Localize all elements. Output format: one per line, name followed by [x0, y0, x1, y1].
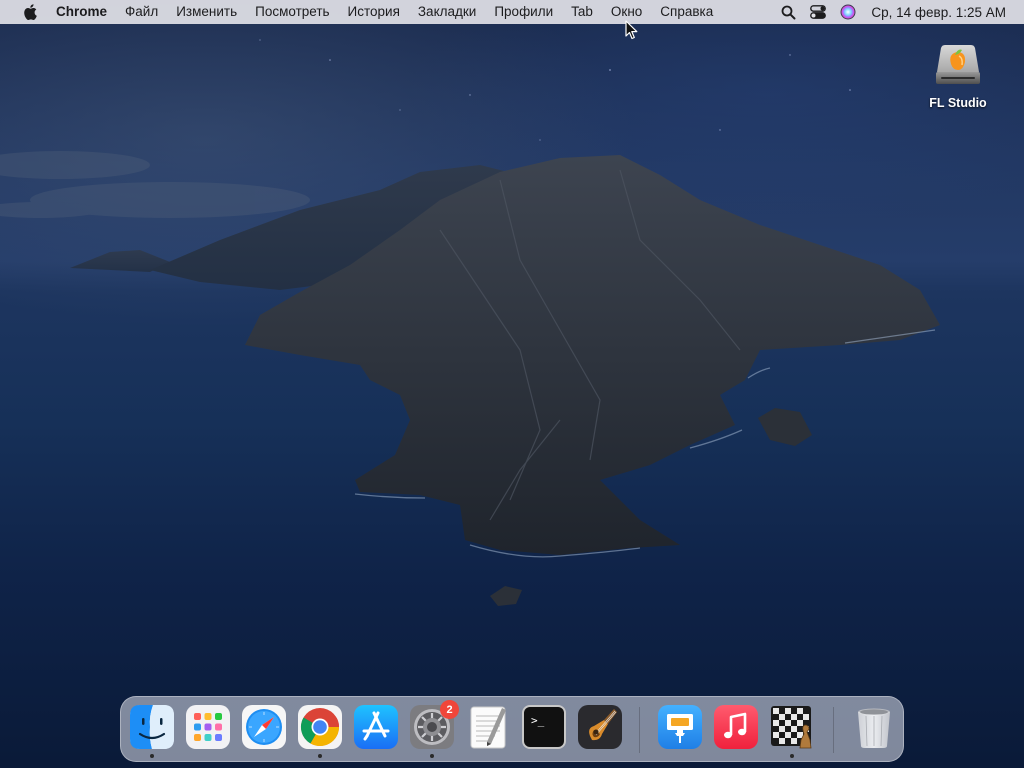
dock-item-textedit[interactable]: [465, 704, 511, 750]
menu-bookmarks[interactable]: Закладки: [409, 0, 485, 24]
running-indicator: [150, 754, 154, 758]
desktop-icon-fl-studio[interactable]: FL Studio: [920, 42, 996, 110]
running-indicator: [430, 754, 434, 758]
textedit-icon: [470, 706, 506, 749]
dock-separator: [639, 707, 640, 753]
music-icon: [714, 705, 758, 749]
app-store-icon: [354, 705, 398, 749]
notification-badge: 2: [440, 700, 459, 719]
dock-item-trash[interactable]: [851, 704, 897, 750]
menu-bar-clock[interactable]: Ср, 14 февр. 1:25 AM: [871, 5, 1006, 20]
running-indicator: [318, 754, 322, 758]
menu-tab[interactable]: Tab: [562, 0, 602, 24]
finder-icon: [130, 705, 174, 749]
dock-item-chrome[interactable]: [297, 704, 343, 758]
menu-view[interactable]: Посмотреть: [246, 0, 338, 24]
mouse-cursor-icon: [625, 20, 639, 40]
menu-edit[interactable]: Изменить: [167, 0, 246, 24]
chess-icon: [771, 706, 812, 749]
wallpaper-island-illustration: [0, 39, 940, 606]
dock-item-system-preferences[interactable]: 2: [409, 700, 459, 758]
dock-separator: [833, 707, 834, 753]
dock: 2 >_: [120, 696, 904, 762]
dock-item-safari[interactable]: [241, 704, 287, 750]
menu-bar-status-area: Ср, 14 февр. 1:25 AM: [773, 0, 1024, 24]
garageband-icon: [578, 705, 622, 749]
desktop-icon-label: FL Studio: [929, 96, 987, 110]
launchpad-icon: [186, 705, 230, 749]
trash-icon: [858, 708, 890, 748]
dock-item-keynote[interactable]: [657, 704, 703, 750]
dock-item-launchpad[interactable]: [185, 704, 231, 750]
menu-history[interactable]: История: [339, 0, 409, 24]
terminal-icon: >_: [522, 705, 566, 749]
dock-item-app-store[interactable]: [353, 704, 399, 750]
dock-item-chess[interactable]: [769, 704, 815, 758]
dock-item-music[interactable]: [713, 704, 759, 750]
desktop-wallpaper: [0, 0, 1024, 768]
safari-icon: [242, 705, 286, 749]
dock-item-terminal[interactable]: >_: [521, 704, 567, 750]
chrome-icon: [298, 705, 342, 749]
siri-icon[interactable]: [838, 2, 858, 22]
fl-studio-drive-icon: [933, 42, 983, 88]
menu-profiles[interactable]: Профили: [485, 0, 562, 24]
menu-file[interactable]: Файл: [116, 0, 167, 24]
menu-app-chrome[interactable]: Chrome: [56, 0, 116, 24]
search-icon[interactable]: [778, 2, 798, 22]
running-indicator: [790, 754, 794, 758]
terminal-prompt: >_: [531, 714, 545, 727]
menu-bar: Chrome Файл Изменить Посмотреть История …: [0, 0, 1024, 24]
dock-item-finder[interactable]: [129, 704, 175, 758]
keynote-icon: [658, 705, 702, 749]
menu-help[interactable]: Справка: [651, 0, 722, 24]
dock-item-garageband[interactable]: [577, 704, 623, 750]
apple-menu-icon[interactable]: [18, 4, 42, 20]
control-center-icon[interactable]: [808, 2, 828, 22]
